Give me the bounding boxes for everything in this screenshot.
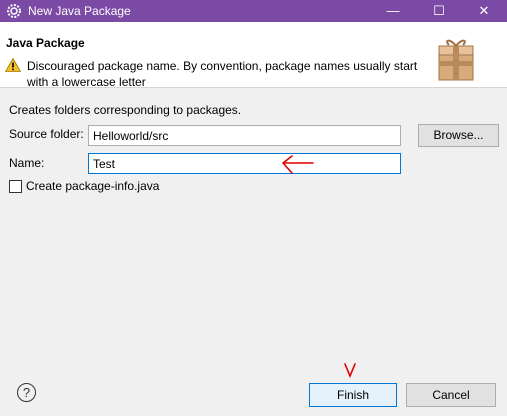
- finish-button[interactable]: Finish: [309, 383, 397, 407]
- close-button[interactable]: ✕: [461, 0, 507, 22]
- eclipse-gear-icon: [7, 4, 21, 18]
- help-icon[interactable]: ?: [17, 383, 36, 402]
- description-text: Creates folders corresponding to package…: [9, 103, 242, 117]
- source-folder-label: Source folder:: [9, 127, 84, 141]
- name-label: Name:: [9, 156, 45, 170]
- maximize-button[interactable]: ☐: [416, 0, 462, 22]
- dialog-header: Java Package Discouraged package name. B…: [0, 22, 507, 89]
- browse-button[interactable]: Browse...: [418, 124, 499, 147]
- warning-triangle-icon: [5, 58, 21, 72]
- package-box-icon: [438, 39, 474, 81]
- minimize-button[interactable]: —: [370, 0, 416, 22]
- create-package-info-checkbox[interactable]: [9, 180, 22, 193]
- warning-message: Discouraged package name. By convention,…: [27, 59, 418, 89]
- cancel-button[interactable]: Cancel: [406, 383, 496, 407]
- create-package-info-label: Create package-info.java: [26, 179, 160, 193]
- source-folder-field[interactable]: [88, 125, 401, 146]
- red-check-annotation: [344, 363, 356, 379]
- window-title: New Java Package: [28, 4, 131, 18]
- package-name-field[interactable]: [88, 153, 401, 174]
- header-title: Java Package: [6, 36, 85, 50]
- title-bar: New Java Package — ☐ ✕: [0, 0, 507, 22]
